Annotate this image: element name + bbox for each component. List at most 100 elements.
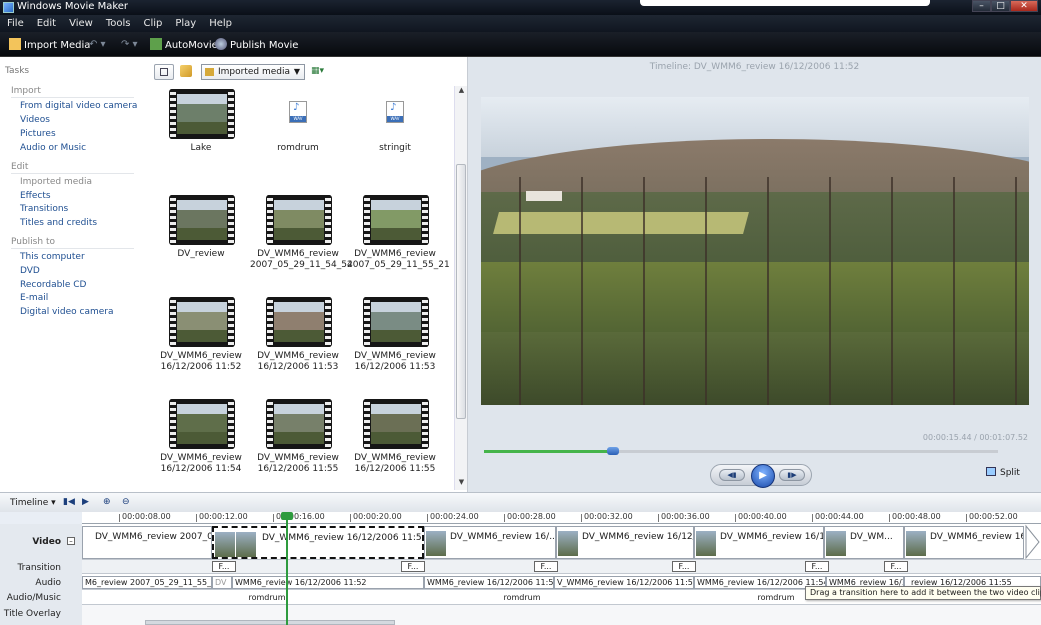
collection-dropdown[interactable]: Imported media ▼ xyxy=(201,64,305,80)
timeline-video-clip[interactable]: DV_WMM6_review 2007_05_29_1... xyxy=(82,526,212,559)
clip-name: DV_WMM6_review xyxy=(354,453,436,463)
previous-frame-button[interactable]: ◀▮ xyxy=(719,469,745,481)
task-titles-credits[interactable]: Titles and credits xyxy=(20,218,97,228)
timeline-audio-clip[interactable]: WMM6_review 16/12/2006 11:53 xyxy=(424,576,554,589)
timeline-hscroll-thumb[interactable] xyxy=(145,620,395,625)
timeline-video-clip[interactable]: DV_WMM6_review 16/12/... xyxy=(556,526,694,559)
maximize-button[interactable]: □ xyxy=(991,0,1010,12)
play-timeline-icon[interactable]: ▶ xyxy=(82,497,89,507)
task-import-camera[interactable]: From digital video camera xyxy=(20,101,137,111)
media-clip[interactable]: DV_WMM6_review 2007_05_29_11_55_21 xyxy=(347,195,450,285)
scroll-up-icon[interactable]: ▲ xyxy=(455,86,468,98)
media-clip[interactable]: DV_WMM6_review 16/12/2006 11:52 xyxy=(153,297,249,387)
media-clip[interactable]: DV_WMM6_review 16/12/2006 11:53 xyxy=(347,297,443,387)
menu-view[interactable]: View xyxy=(62,15,99,31)
video-thumbnail xyxy=(266,399,332,449)
zoom-out-icon[interactable]: ⊖ xyxy=(122,497,130,507)
seek-bar[interactable] xyxy=(484,447,998,455)
automovie-button[interactable]: AutoMovie xyxy=(150,38,218,52)
tasks-toggle-button[interactable] xyxy=(154,64,174,80)
transition-box[interactable]: F... xyxy=(884,561,908,572)
timeline-audio-clip[interactable]: V_WMM6_review 16/12/2006 11:53 xyxy=(554,576,694,589)
timeline-video-clip[interactable]: DV_WM... xyxy=(824,526,904,559)
window-search-strip xyxy=(640,0,930,6)
rewind-timeline-icon[interactable]: ▮◀ xyxy=(63,497,75,507)
task-transitions[interactable]: Transitions xyxy=(20,204,68,214)
ruler-tick: 00:00:24.00 xyxy=(427,512,479,522)
collections-icon[interactable] xyxy=(180,65,192,77)
menu-clip[interactable]: Clip xyxy=(136,15,168,31)
zoom-in-icon[interactable]: ⊕ xyxy=(103,497,111,507)
task-import-videos[interactable]: Videos xyxy=(20,115,50,125)
transition-box[interactable]: F... xyxy=(672,561,696,572)
scroll-thumb[interactable] xyxy=(456,164,466,419)
timeline-audio-clip[interactable]: DV xyxy=(212,576,232,589)
media-clip[interactable]: DV_WMM6_review 16/12/2006 11:55 xyxy=(347,399,443,489)
menu-tools[interactable]: Tools xyxy=(99,15,137,31)
collection-toolbar: Imported media ▼ ▦▾ xyxy=(143,57,468,85)
split-icon xyxy=(986,467,996,476)
collection-scrollbar[interactable]: ▲ ▼ xyxy=(454,86,467,490)
clip-label: DV_WMM6_review 16/12/2006 11:53 xyxy=(347,351,443,373)
track-label-transition: Transition xyxy=(17,563,61,573)
menu-play[interactable]: Play xyxy=(168,15,202,31)
seek-handle[interactable] xyxy=(606,447,619,455)
timeline-video-clip[interactable]: DV_WMM6_review 16/... xyxy=(424,526,556,559)
undo-icon: ↶ ▾ xyxy=(89,39,106,50)
task-publish-dv-camera[interactable]: Digital video camera xyxy=(20,307,113,317)
timeline-playhead[interactable] xyxy=(281,512,293,625)
import-media-button[interactable]: Import Media xyxy=(9,38,90,52)
transition-box[interactable]: F... xyxy=(805,561,829,572)
track-label-video: Video xyxy=(32,537,61,547)
task-publish-computer[interactable]: This computer xyxy=(20,252,85,262)
task-publish-cd[interactable]: Recordable CD xyxy=(20,280,86,290)
media-clip[interactable]: DV_review xyxy=(153,195,249,285)
split-button[interactable]: Split xyxy=(986,467,1020,478)
tasks-section-publish: Publish to xyxy=(11,237,134,249)
transition-box[interactable]: F... xyxy=(401,561,425,572)
media-clip[interactable]: WAV romdrum xyxy=(250,89,346,179)
transition-box[interactable]: F... xyxy=(212,561,236,572)
media-clip[interactable]: Lake xyxy=(153,89,249,179)
publish-movie-button[interactable]: Publish Movie xyxy=(215,38,298,52)
media-clip[interactable]: DV_WMM6_review 16/12/2006 11:55 xyxy=(250,399,346,489)
timeline-video-clip[interactable]: DV_WMM6_review 16/12/... xyxy=(694,526,824,559)
task-import-audio[interactable]: Audio or Music xyxy=(20,143,86,153)
view-options-icon[interactable]: ▦▾ xyxy=(311,66,324,76)
menu-help[interactable]: Help xyxy=(202,15,238,31)
timeline-video-clip-selected[interactable]: DV_WMM6_review 16/12/2006 11:52 xyxy=(212,526,424,559)
timeline-audio-clip[interactable]: M6_review 2007_05_29_11_55_21 xyxy=(82,576,212,589)
task-publish-dvd[interactable]: DVD xyxy=(20,266,40,276)
play-button[interactable]: ▶ xyxy=(751,464,775,488)
task-publish-email[interactable]: E-mail xyxy=(20,293,48,303)
next-frame-button[interactable]: ▮▶ xyxy=(779,469,805,481)
tasks-header: Tasks xyxy=(5,66,30,76)
media-clip[interactable]: DV_WMM6_review 2007_05_29_11_54_54 xyxy=(250,195,353,285)
timeline-view-dropdown[interactable]: Timeline ▾ xyxy=(10,498,56,508)
minimize-button[interactable]: – xyxy=(972,0,991,12)
menu-edit[interactable]: Edit xyxy=(30,15,62,31)
transition-track[interactable]: F... F... F... F... F... F... xyxy=(82,560,1041,574)
media-clip[interactable]: DV_WMM6_review 16/12/2006 11:54 xyxy=(153,399,249,489)
task-imported-media[interactable]: Imported media xyxy=(20,177,92,187)
task-import-pictures[interactable]: Pictures xyxy=(20,129,56,139)
timeline-music-clip[interactable]: romdrum xyxy=(462,592,582,604)
timeline-audio-clip[interactable]: WMM6_review 16/12/2006 11:52 xyxy=(232,576,424,589)
undo-button[interactable]: ↶ ▾ xyxy=(89,38,106,51)
task-effects[interactable]: Effects xyxy=(20,191,51,201)
menu-file[interactable]: File xyxy=(0,15,30,31)
scroll-down-icon[interactable]: ▼ xyxy=(455,478,468,490)
collapse-video-icon[interactable]: – xyxy=(67,537,75,545)
ruler-tick: 00:00:44.00 xyxy=(812,512,864,522)
timeline-ruler[interactable]: 00:00:08.00 00:00:12.00 00:00:16.00 00:0… xyxy=(82,512,1041,524)
clip-label: DV_WMM6_review 16/12/2006 11:55 xyxy=(347,453,443,475)
media-clip[interactable]: WAV stringit xyxy=(347,89,443,179)
timeline-video-clip[interactable]: DV_WMM6_review 16/12/2006 11:... xyxy=(904,526,1024,559)
redo-button[interactable]: ↷ ▾ xyxy=(121,38,138,51)
media-clip[interactable]: DV_WMM6_review 16/12/2006 11:53 xyxy=(250,297,346,387)
transition-box[interactable]: F... xyxy=(534,561,558,572)
timeline-music-clip[interactable]: romdrum xyxy=(207,592,327,604)
timeline-end-arrow-icon[interactable] xyxy=(1024,524,1041,560)
timecode-display: 00:00:15.44 / 00:01:07.52 xyxy=(922,433,1028,442)
close-button[interactable]: ✕ xyxy=(1010,0,1038,12)
